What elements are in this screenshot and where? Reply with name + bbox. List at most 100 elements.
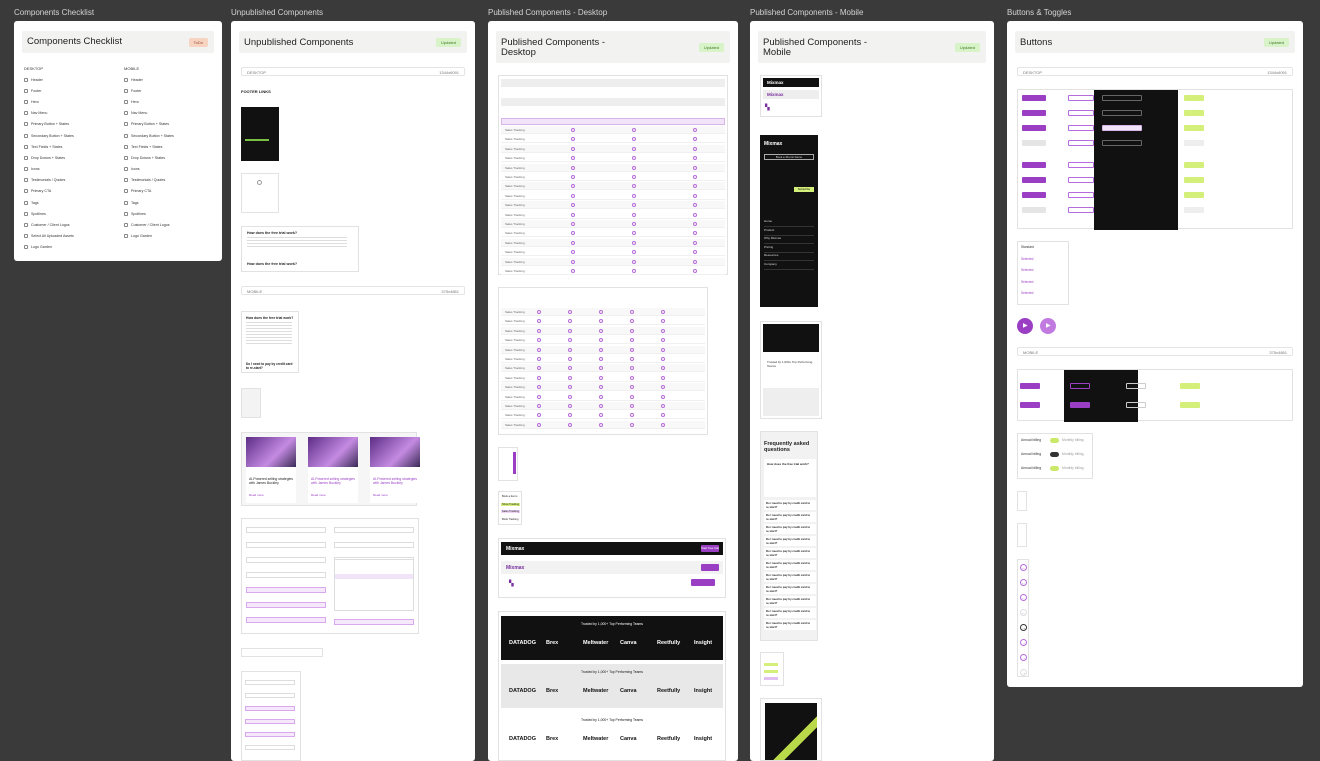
billing-toggles[interactable]: Annual billing Monthly billing Annual bill…: [1017, 433, 1093, 479]
frame-label-unpublished[interactable]: Unpublished Components: [231, 8, 323, 17]
checklist-item[interactable]: Text Fields + States: [24, 141, 74, 152]
tab-option[interactable]: Selected: [1021, 268, 1033, 272]
mobile-menu-item[interactable]: Product: [764, 228, 814, 236]
faq-item[interactable]: Do I need to pay by credit card to re-st…: [764, 620, 816, 630]
form-fields-group[interactable]: [241, 518, 419, 634]
dropdown-open[interactable]: [334, 559, 414, 611]
table-group-header[interactable]: [501, 98, 725, 106]
checkbox[interactable]: [124, 144, 128, 149]
checklist-item[interactable]: Testimonials / Quotes: [124, 175, 174, 186]
nav-bars[interactable]: Mixmax Start free trial Mixmax ▚: [498, 538, 726, 598]
secondary-button[interactable]: [1068, 207, 1094, 213]
primary-button[interactable]: [1022, 95, 1046, 101]
faq-item[interactable]: Do I need to pay by credit card to re-st…: [764, 596, 816, 606]
mobile-menu-item[interactable]: Company: [764, 262, 814, 270]
faq-item[interactable]: Do I need to pay by credit card to re-st…: [764, 548, 816, 558]
text-field[interactable]: [245, 745, 295, 750]
checklist-item[interactable]: Header: [24, 74, 74, 85]
lime-button[interactable]: [1184, 140, 1204, 146]
select-field[interactable]: [334, 542, 414, 548]
checklist-item[interactable]: Logo Garden: [24, 242, 74, 253]
tag-purple[interactable]: [764, 677, 778, 680]
checklist-item[interactable]: Customer / Client Logos: [124, 219, 174, 230]
tab-option[interactable]: Selected: [1021, 257, 1033, 261]
filter-tag[interactable]: Show Tracking: [501, 502, 521, 506]
checklist-item[interactable]: Spotlines: [124, 208, 174, 219]
secondary-button[interactable]: [1068, 192, 1094, 198]
primary-button[interactable]: [1022, 177, 1046, 183]
primary-button[interactable]: [1022, 125, 1046, 131]
filter-tags[interactable]: Book a demo Show Tracking Sales Tracking Bo…: [498, 491, 522, 525]
subscribe-button-outline[interactable]: [1070, 383, 1090, 389]
nav-cta-button[interactable]: Start free trial: [701, 545, 719, 552]
checkbox[interactable]: [124, 122, 128, 127]
filter-tag[interactable]: Sales Tracking: [501, 510, 521, 513]
blog-card[interactable]: AI-Powered selling strategies with James…: [370, 437, 420, 503]
text-field[interactable]: [245, 706, 295, 711]
frame-label-published-mobile[interactable]: Published Components - Mobile: [750, 8, 863, 17]
checkbox[interactable]: [124, 88, 128, 93]
checklist-item[interactable]: Primary Button + States: [124, 119, 174, 130]
dark-secondary-button[interactable]: [1102, 110, 1142, 116]
mobile-menu-item[interactable]: Home: [764, 219, 814, 227]
checkbox[interactable]: [124, 234, 128, 239]
arrow-left-icon[interactable]: ←: [1020, 564, 1027, 571]
search-field[interactable]: [241, 648, 323, 657]
figma-canvas[interactable]: Components Checklist Unpublished Compone…: [0, 0, 1320, 761]
mobile-brand[interactable]: Mixmax: [767, 80, 784, 85]
faq-item[interactable]: Do I need to pay by credit card to re-st…: [764, 608, 816, 618]
play-button[interactable]: ▶: [1017, 318, 1033, 334]
subscribe-button[interactable]: [1020, 383, 1040, 389]
checklist-item[interactable]: Secondary Button + States: [124, 130, 174, 141]
subscribe-button-lime[interactable]: [1180, 383, 1200, 389]
arrow-left-icon[interactable]: ←: [1020, 609, 1027, 616]
dark-secondary-button[interactable]: [1102, 125, 1142, 131]
text-field[interactable]: [246, 602, 326, 608]
faq-open-item[interactable]: How does the free trial work?: [764, 459, 816, 497]
arrow-right-icon[interactable]: →: [1020, 669, 1027, 676]
checklist-item[interactable]: Primary CTA: [124, 186, 174, 197]
checkbox[interactable]: [24, 111, 28, 116]
frame-buttons[interactable]: Buttons Updated DESKTOP 1344x6091 Standa…: [1007, 21, 1303, 687]
checklist-item[interactable]: Tags: [124, 197, 174, 208]
lime-button[interactable]: [1184, 162, 1204, 168]
nav-cta-button[interactable]: [701, 564, 719, 571]
toggle-switch[interactable]: [1050, 452, 1059, 457]
faq-item[interactable]: Do I need to pay by credit card to re-st…: [764, 500, 816, 510]
subscribe-button-outline[interactable]: [1126, 402, 1146, 408]
mobile-footer-dark[interactable]: Mixmax Book a 30-min Demo Subscribe Home…: [760, 135, 818, 307]
checkbox[interactable]: [124, 155, 128, 160]
checkbox[interactable]: [24, 122, 28, 127]
nav-bar-light[interactable]: Mixmax: [501, 561, 723, 574]
secondary-button[interactable]: [1068, 140, 1094, 146]
table-group-header[interactable]: [501, 79, 725, 87]
checkbox[interactable]: [24, 223, 28, 228]
checkbox[interactable]: [124, 77, 128, 82]
lime-button[interactable]: [1184, 192, 1204, 198]
arrow-right-icon[interactable]: →: [1020, 624, 1027, 631]
checklist-item[interactable]: Secondary Button + States: [24, 130, 74, 141]
checklist-item[interactable]: Hero: [124, 96, 174, 107]
frame-published-mobile[interactable]: Published Components - Mobile Updated Mi…: [750, 21, 994, 761]
checklist-item[interactable]: Footer: [124, 85, 174, 96]
text-field[interactable]: [245, 693, 295, 698]
stepper[interactable]: [1017, 491, 1027, 511]
subscribe-button[interactable]: [1020, 402, 1040, 408]
checkbox[interactable]: [24, 189, 28, 194]
primary-button[interactable]: [1022, 207, 1046, 213]
comparison-table-desktop[interactable]: Sales Tracking Sales Tracking Sales Tracki…: [498, 75, 728, 275]
lime-button[interactable]: [1184, 125, 1204, 131]
text-field[interactable]: [245, 732, 295, 737]
faq-item[interactable]: Do I need to pay by credit card to re-st…: [764, 584, 816, 594]
checkbox[interactable]: [124, 211, 128, 216]
secondary-button[interactable]: [1068, 95, 1094, 101]
secondary-button[interactable]: [1068, 110, 1094, 116]
mobile-menu-item[interactable]: Resources: [764, 253, 814, 261]
checkbox[interactable]: [24, 77, 28, 82]
checkbox[interactable]: [124, 189, 128, 194]
checklist-item[interactable]: Icons: [124, 164, 174, 175]
secondary-button[interactable]: [1068, 162, 1094, 168]
mobile-form-fields[interactable]: [241, 671, 301, 761]
pagination-dots[interactable]: [1017, 523, 1027, 547]
checkbox[interactable]: [124, 99, 128, 104]
